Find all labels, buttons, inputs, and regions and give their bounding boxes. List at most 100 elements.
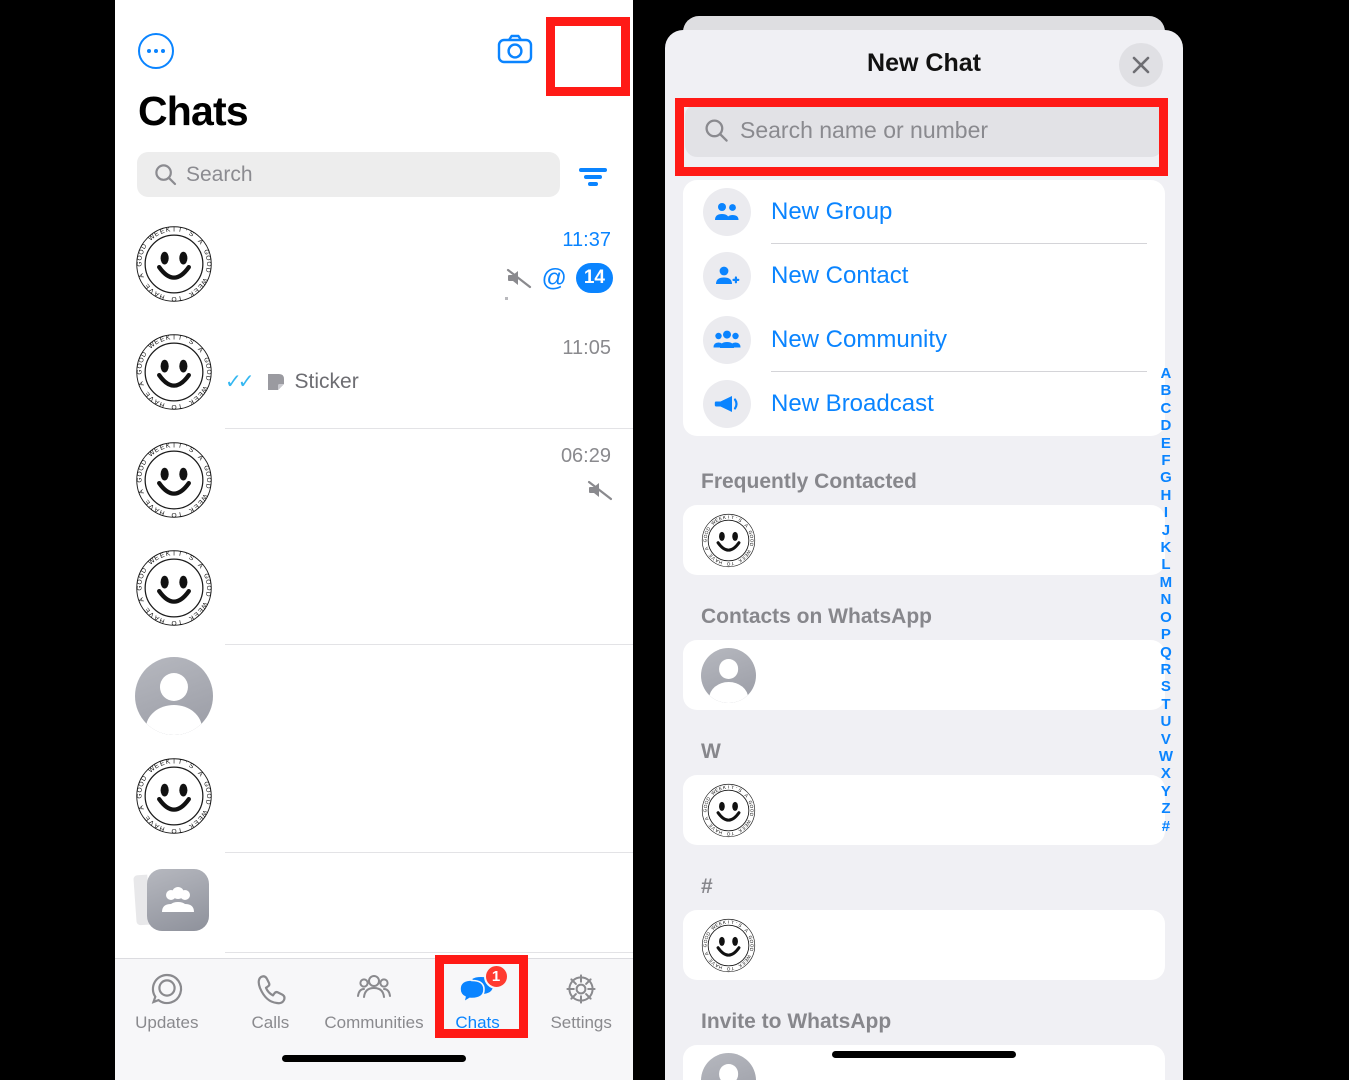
action-new-community[interactable]: New Community (683, 308, 1165, 372)
alpha-index-letter[interactable]: U (1160, 713, 1171, 730)
alpha-index-letter[interactable]: P (1161, 626, 1171, 643)
alpha-index-letter[interactable]: J (1162, 522, 1171, 539)
alpha-index-letter[interactable]: F (1161, 452, 1170, 469)
alpha-index-letter[interactable]: V (1161, 731, 1171, 748)
chat-list-item[interactable]: I T ' S A G O O D W E E K T O H A V E A G O O D W E E K 11:37 @14 (115, 213, 633, 321)
chat-timestamp: 11:05 (562, 337, 611, 359)
chats-bubbles-icon: 1 (458, 964, 509, 1007)
alpha-index-letter[interactable]: I (1164, 504, 1168, 521)
alpha-index-letter[interactable]: D (1160, 417, 1171, 434)
chats-search-row: Search (115, 152, 633, 200)
communities-icon (356, 971, 392, 1007)
svg-text:O: O (205, 793, 212, 798)
action-new-group[interactable]: New Group (683, 180, 1165, 244)
new-chat-actions: New Group New Contact New Community New … (683, 180, 1165, 436)
alphabet-index[interactable]: A B C D E F G H I J K L M N O P Q R S T U V W X Y Z # (1155, 365, 1177, 835)
tab-chats[interactable]: 1 Chats (426, 959, 530, 1051)
svg-text:O: O (205, 585, 212, 590)
chat-timestamp: 06:29 (560, 445, 611, 467)
alpha-index-letter[interactable]: K (1160, 539, 1171, 556)
tab-updates[interactable]: Updates (115, 959, 219, 1051)
action-label: New Broadcast (771, 390, 934, 417)
section-header: Frequently Contacted (701, 470, 917, 493)
chat-list-item[interactable]: I T ' S A G O O D W E E K T O H A V E A G O O D W E E K (115, 745, 633, 853)
tab-calls[interactable]: Calls (219, 959, 323, 1051)
chat-list-item[interactable] (115, 645, 633, 745)
chat-preview: ✓✓ Sticker (225, 369, 359, 394)
alpha-index-letter[interactable]: E (1161, 435, 1171, 452)
contact-list-item[interactable] (683, 640, 1165, 710)
camera-icon[interactable] (497, 34, 533, 64)
filter-icon[interactable] (573, 160, 613, 190)
svg-text:O: O (205, 261, 212, 266)
gear-icon (564, 971, 598, 1007)
chat-status-icons: @14 (506, 263, 613, 293)
svg-text:I: I (173, 442, 175, 449)
alpha-index-letter[interactable]: O (1160, 609, 1172, 626)
svg-text:O: O (171, 403, 176, 410)
alpha-index-letter[interactable]: S (1161, 678, 1171, 695)
contact-list-item[interactable]: I T ' S A G O O D W E E K T O H A V E A G O O D W E E K (683, 505, 1165, 575)
alpha-index-letter[interactable]: X (1161, 765, 1171, 782)
action-new-contact[interactable]: New Contact (683, 244, 1165, 308)
alpha-index-letter[interactable]: # (1162, 818, 1171, 835)
section-header: # (701, 875, 713, 898)
svg-text:O: O (726, 831, 730, 836)
alpha-index-letter[interactable]: B (1160, 382, 1171, 399)
contact-list-item[interactable]: I T ' S A G O O D W E E K T O H A V E A G O O D W E E K (683, 775, 1165, 845)
mention-icon: @ (541, 263, 567, 292)
svg-text:O: O (171, 295, 176, 302)
home-indicator (832, 1051, 1016, 1058)
close-x-icon[interactable] (1119, 43, 1163, 87)
search-icon (705, 119, 728, 142)
sheet-title: New Chat (867, 49, 981, 77)
avatar: I T ' S A G O O D W E E K T O H A V E A G O O D W E E K (701, 783, 756, 838)
tab-settings[interactable]: Settings (529, 959, 633, 1051)
chat-status-icons (587, 479, 613, 501)
chat-list-item[interactable] (115, 853, 633, 953)
chat-list[interactable]: I T ' S A G O O D W E E K T O H A V E A G O O D W E E K 11:37 @14 I… (115, 213, 633, 958)
alpha-index-letter[interactable]: W (1159, 748, 1173, 765)
chat-list-item[interactable]: I T ' S A G O O D W E E K T O H A V E A G O O D W E E K 11:05 ✓✓ Sti… (115, 321, 633, 429)
alpha-index-letter[interactable]: Z (1161, 800, 1170, 817)
contact-list-item[interactable]: I T ' S A G O O D W E E K T O H A V E A G O O D W E E K (683, 910, 1165, 980)
svg-text:O: O (726, 561, 730, 566)
chat-list-item[interactable]: I T ' S A G O O D W E E K T O H A V E A G O O D W E E K 06:29 (115, 429, 633, 537)
svg-text:G: G (136, 369, 143, 374)
tab-label: Updates (135, 1013, 199, 1032)
svg-text:I: I (173, 226, 175, 233)
svg-text:O: O (171, 827, 176, 834)
chat-timestamp: 11:37 (562, 229, 611, 251)
alpha-index-letter[interactable]: T (1161, 696, 1170, 713)
alpha-index-letter[interactable]: L (1161, 556, 1170, 573)
alpha-index-letter[interactable]: M (1160, 574, 1173, 591)
alpha-index-letter[interactable]: C (1160, 400, 1171, 417)
alpha-index-letter[interactable]: N (1160, 591, 1171, 608)
list-divider (225, 952, 633, 953)
alpha-index-letter[interactable]: Y (1161, 783, 1171, 800)
search-input[interactable]: Search (137, 152, 560, 197)
home-indicator (282, 1055, 466, 1062)
new-chat-search-field[interactable]: Search name or number (685, 104, 1163, 157)
action-new-broadcast[interactable]: New Broadcast (683, 372, 1165, 436)
svg-text:I: I (173, 334, 175, 341)
more-horizontal-circle-icon[interactable] (138, 33, 174, 69)
alpha-index-letter[interactable]: R (1160, 661, 1171, 678)
alpha-index-letter[interactable]: H (1160, 487, 1171, 504)
svg-text:G: G (136, 261, 143, 266)
avatar (133, 865, 213, 943)
chat-preview-text: Sticker (294, 369, 359, 393)
alpha-index-letter[interactable]: A (1160, 365, 1171, 382)
action-label: New Group (771, 198, 893, 225)
alpha-index-letter[interactable]: G (1160, 469, 1172, 486)
community-people-icon (703, 316, 751, 364)
sticker-icon (267, 373, 284, 390)
chat-list-item[interactable]: I T ' S A G O O D W E E K T O H A V E A G O O D W E E K (115, 537, 633, 645)
action-label: New Community (771, 326, 948, 353)
tab-communities[interactable]: Communities (322, 959, 426, 1051)
svg-text:O: O (171, 619, 176, 626)
svg-text:G: G (136, 585, 143, 590)
svg-text:I: I (728, 515, 729, 520)
alpha-index-letter[interactable]: Q (1160, 644, 1172, 661)
sheet-header: New Chat (665, 30, 1183, 96)
